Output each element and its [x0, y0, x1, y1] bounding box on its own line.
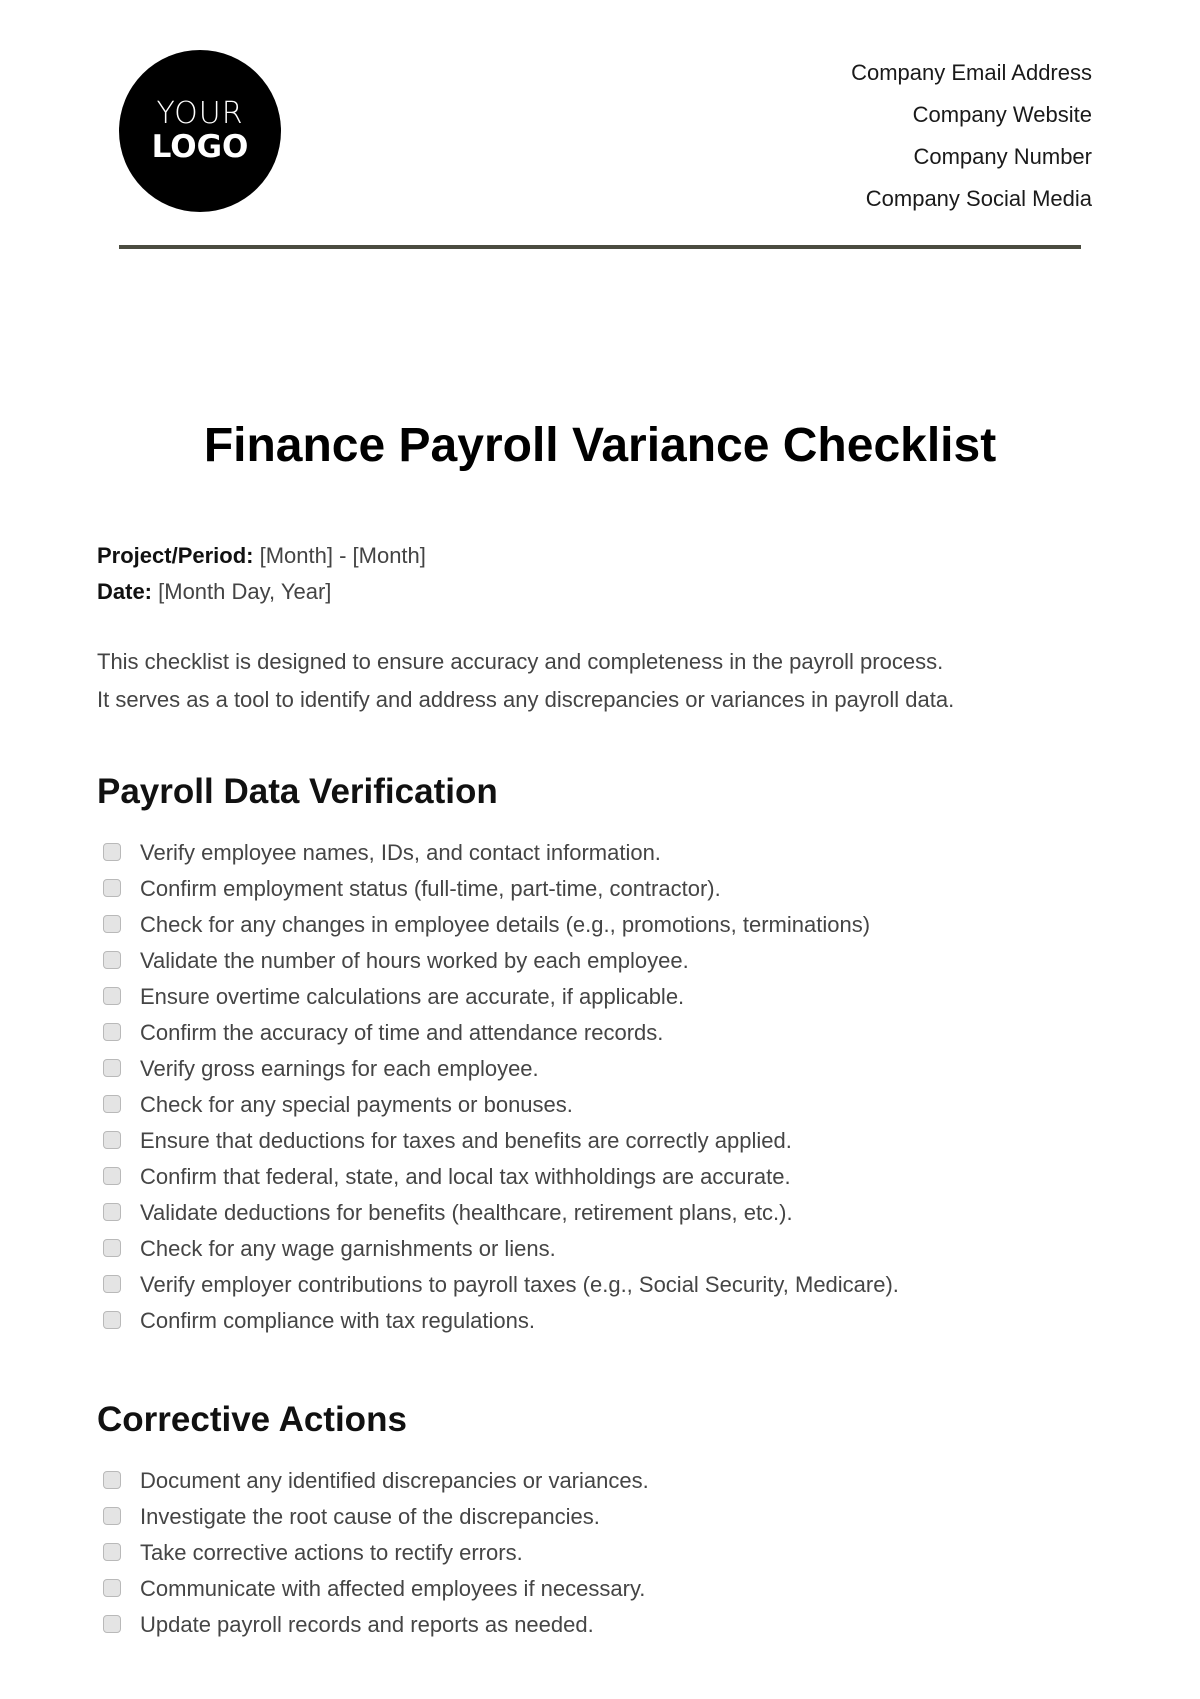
checklist-item: Check for any wage garnishments or liens…	[103, 1236, 899, 1275]
checklist-item: Verify employer contributions to payroll…	[103, 1272, 899, 1311]
period-label: Project/Period:	[97, 543, 254, 568]
checklist-item: Take corrective actions to rectify error…	[103, 1540, 649, 1579]
checklist-item-label: Confirm employment status (full-time, pa…	[140, 876, 721, 901]
checklist-item: Communicate with affected employees if n…	[103, 1576, 649, 1615]
checkbox[interactable]	[103, 987, 121, 1005]
checklist-item-label: Investigate the root cause of the discre…	[140, 1504, 600, 1529]
checklist-item: Update payroll records and reports as ne…	[103, 1612, 649, 1651]
checklist-corrective-actions: Document any identified discrepancies or…	[103, 1468, 649, 1651]
company-number: Company Number	[913, 144, 1092, 169]
logo-line-2: LOGO	[151, 129, 249, 165]
checklist-item-label: Communicate with affected employees if n…	[140, 1576, 646, 1601]
checklist-item: Verify employee names, IDs, and contact …	[103, 840, 899, 879]
checkbox[interactable]	[103, 1507, 121, 1525]
section-heading-corrective-actions: Corrective Actions	[97, 1400, 407, 1439]
company-social-media: Company Social Media	[865, 186, 1092, 211]
intro-paragraph: This checklist is designed to ensure acc…	[97, 643, 1137, 719]
checklist-item: Validate deductions for benefits (health…	[103, 1200, 899, 1239]
checklist-item-label: Confirm the accuracy of time and attenda…	[140, 1020, 664, 1045]
checklist-item-label: Check for any wage garnishments or liens…	[140, 1236, 556, 1261]
checkbox[interactable]	[103, 1059, 121, 1077]
checkbox[interactable]	[103, 1471, 121, 1489]
checkbox[interactable]	[103, 1239, 121, 1257]
checklist-item-label: Take corrective actions to rectify error…	[140, 1540, 523, 1565]
checklist-item-label: Ensure overtime calculations are accurat…	[140, 984, 685, 1009]
checklist-item-label: Document any identified discrepancies or…	[140, 1468, 649, 1493]
checkbox[interactable]	[103, 1615, 121, 1633]
period-line: Project/Period: [Month] - [Month]	[97, 538, 426, 574]
checklist-item: Ensure overtime calculations are accurat…	[103, 984, 899, 1023]
checklist-item-label: Check for any changes in employee detail…	[140, 912, 871, 937]
checklist-item-label: Verify gross earnings for each employee.	[140, 1056, 539, 1081]
document-meta: Project/Period: [Month] - [Month] Date: …	[97, 538, 426, 610]
intro-line: It serves as a tool to identify and addr…	[97, 687, 955, 712]
company-website: Company Website	[912, 102, 1092, 127]
checkbox[interactable]	[103, 879, 121, 897]
checklist-item: Confirm employment status (full-time, pa…	[103, 876, 899, 915]
section-heading-payroll-data-verification: Payroll Data Verification	[97, 772, 498, 811]
checklist-item: Verify gross earnings for each employee.	[103, 1056, 899, 1095]
checklist-payroll-data-verification: Verify employee names, IDs, and contact …	[103, 840, 899, 1347]
checklist-item: Confirm compliance with tax regulations.	[103, 1308, 899, 1347]
company-email: Company Email Address	[851, 60, 1092, 85]
date-label: Date:	[97, 579, 153, 604]
checkbox[interactable]	[103, 915, 121, 933]
checkbox[interactable]	[103, 1275, 121, 1293]
checklist-item-label: Validate the number of hours worked by e…	[140, 948, 689, 973]
checklist-item-label: Ensure that deductions for taxes and ben…	[140, 1128, 792, 1153]
checkbox[interactable]	[103, 1023, 121, 1041]
checklist-item: Check for any special payments or bonuse…	[103, 1092, 899, 1131]
document-title: Finance Payroll Variance Checklist	[203, 419, 997, 472]
checklist-item: Investigate the root cause of the discre…	[103, 1504, 649, 1543]
date-line: Date: [Month Day, Year]	[97, 574, 426, 610]
checklist-item-label: Verify employer contributions to payroll…	[140, 1272, 899, 1297]
checklist-item: Check for any changes in employee detail…	[103, 912, 899, 951]
checklist-item: Confirm the accuracy of time and attenda…	[103, 1020, 899, 1059]
logo-line-1: YOUR	[156, 96, 244, 131]
checklist-item-label: Check for any special payments or bonuse…	[140, 1092, 573, 1117]
checklist-item-label: Confirm compliance with tax regulations.	[140, 1308, 535, 1333]
company-contact-block: Company Email Address Company Website Co…	[851, 52, 1092, 220]
checkbox[interactable]	[103, 1203, 121, 1221]
date-value: [Month Day, Year]	[152, 579, 332, 604]
period-value: [Month] - [Month]	[253, 543, 426, 568]
checkbox[interactable]	[103, 1579, 121, 1597]
checkbox[interactable]	[103, 1131, 121, 1149]
checklist-item-label: Update payroll records and reports as ne…	[140, 1612, 594, 1637]
checkbox[interactable]	[103, 843, 121, 861]
intro-line: This checklist is designed to ensure acc…	[97, 649, 944, 674]
checkbox[interactable]	[103, 1167, 121, 1185]
checklist-item-label: Validate deductions for benefits (health…	[140, 1200, 793, 1225]
checklist-item: Confirm that federal, state, and local t…	[103, 1164, 899, 1203]
checkbox[interactable]	[103, 1543, 121, 1561]
checklist-item: Ensure that deductions for taxes and ben…	[103, 1128, 899, 1167]
company-logo: YOUR LOGO	[119, 50, 281, 212]
checklist-item-label: Verify employee names, IDs, and contact …	[140, 840, 661, 865]
checklist-item: Validate the number of hours worked by e…	[103, 948, 899, 987]
checklist-item: Document any identified discrepancies or…	[103, 1468, 649, 1507]
checkbox[interactable]	[103, 1095, 121, 1113]
checklist-item-label: Confirm that federal, state, and local t…	[140, 1164, 791, 1189]
header-divider	[119, 245, 1081, 249]
checkbox[interactable]	[103, 1311, 121, 1329]
checkbox[interactable]	[103, 951, 121, 969]
